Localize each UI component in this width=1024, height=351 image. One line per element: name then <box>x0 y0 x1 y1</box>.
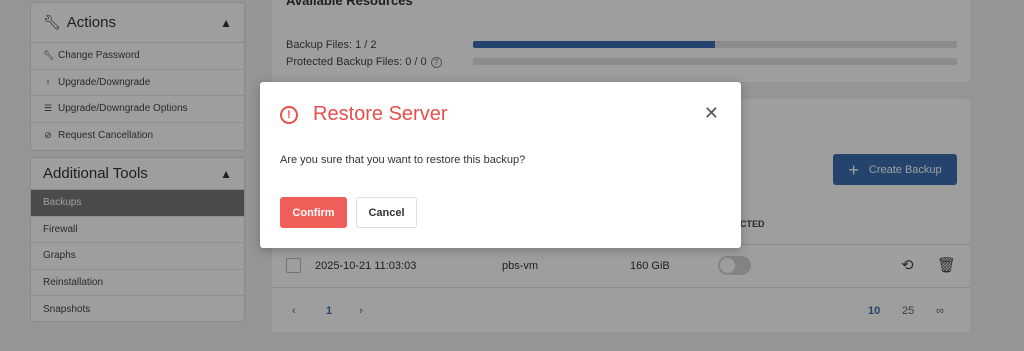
modal-message: Are you sure that you want to restore th… <box>280 154 526 166</box>
restore-server-modal: ! Restore Server ✕ Are you sure that you… <box>260 82 741 248</box>
confirm-button[interactable]: Confirm <box>280 197 347 228</box>
close-icon[interactable]: ✕ <box>704 104 719 122</box>
alert-icon: ! <box>280 105 298 124</box>
cancel-button[interactable]: Cancel <box>356 197 417 228</box>
modal-title: ! Restore Server <box>280 103 448 126</box>
